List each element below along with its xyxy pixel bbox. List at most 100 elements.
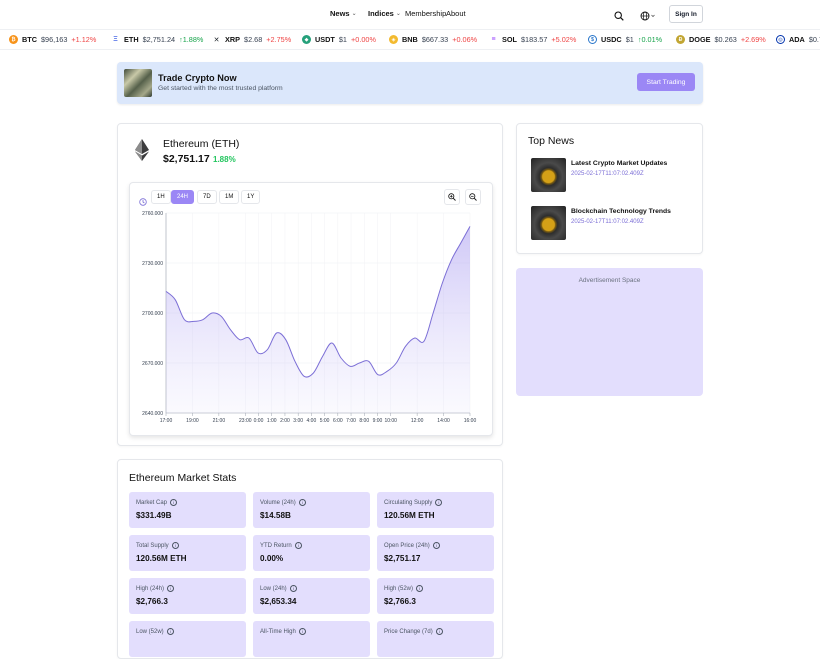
bitcoin-icon: ₿ — [9, 35, 18, 44]
ticker-change: +2.75% — [266, 35, 292, 44]
stats-title: Ethereum Market Stats — [129, 472, 237, 484]
ticker-item-sol[interactable]: ≡ SOL $183.57 +5.02% — [489, 35, 576, 44]
news-headline: Blockchain Technology Trends — [571, 208, 671, 215]
info-icon[interactable]: i — [298, 628, 306, 635]
info-icon[interactable]: i — [289, 585, 297, 592]
cardano-icon: ◎ — [776, 35, 785, 44]
info-icon[interactable]: i — [294, 542, 302, 549]
ticker-symbol: USDT — [315, 35, 335, 44]
news-item[interactable]: Blockchain Technology Trends 2025-02-17T… — [531, 206, 696, 242]
x-tick-label: 12:00 — [411, 418, 424, 424]
ethereum-icon: Ξ — [113, 36, 118, 43]
ticker-item-usdc[interactable]: $ USDC $1 ↑0.01% — [588, 35, 662, 44]
info-icon[interactable]: i — [171, 542, 179, 549]
stat-card: High (52w) i $2,766.3 — [377, 578, 494, 614]
stat-value: $331.49B — [136, 511, 172, 520]
info-icon[interactable]: i — [166, 628, 174, 635]
info-icon[interactable]: i — [435, 499, 443, 506]
info-icon[interactable]: i — [298, 499, 306, 506]
dogecoin-icon: Ð — [676, 35, 685, 44]
x-tick-label: 9:00 — [373, 418, 383, 424]
timeframe-1h[interactable]: 1H — [151, 190, 171, 204]
start-trading-button[interactable]: Start Trading — [637, 73, 695, 91]
info-icon[interactable]: i — [170, 499, 178, 506]
ticker-symbol: USDC — [601, 35, 622, 44]
news-title: Top News — [528, 135, 575, 147]
info-icon[interactable]: i — [416, 585, 424, 592]
xrp-icon: ✕ — [213, 36, 220, 44]
ticker-item-btc[interactable]: ₿ BTC $96,163 +1.12% — [9, 35, 96, 44]
stat-label-text: Volume (24h) — [260, 499, 296, 506]
nav-about[interactable]: About — [446, 9, 466, 18]
ticker-price: $1 — [338, 35, 347, 44]
stat-value: 0.00% — [260, 554, 284, 563]
news-date: 2025-02-17T11:07:02.409Z — [571, 219, 644, 225]
x-tick-label: 23:00 — [239, 418, 252, 424]
ticker-change: ↑0.01% — [637, 35, 663, 44]
search-icon[interactable] — [614, 8, 624, 26]
sign-in-button[interactable]: Sign In — [669, 5, 703, 23]
ticker-symbol: BTC — [22, 35, 37, 44]
ticker-price: $96,163 — [41, 35, 68, 44]
x-tick-label: 4:00 — [307, 418, 317, 424]
stat-card: Total Supply i 120.56M ETH — [129, 535, 246, 571]
ticker-change: +1.12% — [71, 35, 97, 44]
y-tick-label: 2640.000 — [142, 411, 163, 417]
stat-value: $2,766.3 — [384, 597, 416, 606]
ticker-item-ada[interactable]: ◎ ADA$0.79 — [776, 35, 820, 44]
ticker-price: $0.263 — [714, 35, 737, 44]
ticker-symbol: DOGE — [689, 35, 711, 44]
price-chart[interactable]: 2760.000 2730.000 2700.000 2670.000 2640.000… — [130, 209, 494, 435]
banner-subtitle: Get started with the most trusted platfo… — [158, 85, 283, 92]
stat-label: Price Change (7d) i — [384, 628, 443, 635]
stat-value: $14.58B — [260, 511, 291, 520]
price-area — [166, 226, 470, 413]
info-icon[interactable]: i — [432, 542, 440, 549]
info-icon[interactable]: i — [435, 628, 443, 635]
stat-card: Low (24h) i $2,653.34 — [253, 578, 370, 614]
zoom-in-button[interactable] — [444, 189, 460, 205]
news-headline: Latest Crypto Market Updates — [571, 160, 668, 167]
nav-indices[interactable]: Indices ⌄ — [368, 9, 401, 18]
stat-card: Low (52w) i — [129, 621, 246, 657]
ticker-item-doge[interactable]: Ð DOGE $0.263 +2.69% — [676, 35, 766, 44]
zoom-in-icon — [448, 193, 456, 201]
ticker-item-bnb[interactable]: ◈ BNB $667.33 +0.06% — [389, 35, 477, 44]
x-tick-label: 1:00 — [267, 418, 277, 424]
ticker-symbol: ETH — [124, 35, 139, 44]
ticker-change: +5.02% — [551, 35, 577, 44]
nav-news[interactable]: News ⌄ — [330, 9, 357, 18]
ticker-item-xrp[interactable]: ✕ XRP $2.68 +2.75% — [212, 35, 292, 44]
solana-icon: ≡ — [491, 36, 496, 43]
language-selector[interactable] — [640, 8, 656, 26]
stat-label: Total Supply i — [136, 542, 179, 549]
stat-label-text: All-Time High — [260, 628, 296, 635]
timeframe-7d[interactable]: 7D — [197, 190, 217, 204]
stat-card: Open Price (24h) i $2,751.17 — [377, 535, 494, 571]
stat-value: 120.56M ETH — [384, 511, 435, 520]
stat-label-text: Low (24h) — [260, 585, 287, 592]
chevron-down-icon: ⌄ — [395, 11, 401, 17]
advertisement-slot: Advertisement Space — [516, 268, 703, 396]
chevron-down-icon: ⌄ — [351, 11, 357, 17]
info-icon[interactable]: i — [167, 585, 175, 592]
x-tick-label: 5:00 — [320, 418, 330, 424]
ticker-change: +2.69% — [740, 35, 766, 44]
timeframe-1m[interactable]: 1M — [219, 190, 240, 204]
y-tick-label: 2760.000 — [142, 211, 163, 217]
news-item[interactable]: Latest Crypto Market Updates 2025-02-17T… — [531, 158, 696, 194]
stat-card: YTD Return i 0.00% — [253, 535, 370, 571]
ticker-item-eth[interactable]: Ξ ETH $2,751.24 ↑1.88% — [111, 35, 203, 44]
nav-membership[interactable]: Membership — [405, 9, 446, 18]
stat-label-text: YTD Return — [260, 542, 292, 549]
stat-label: Volume (24h) i — [260, 499, 306, 506]
x-tick-label: 2:00 — [280, 418, 290, 424]
zoom-out-button[interactable] — [465, 189, 481, 205]
stat-label: Circulating Supply i — [384, 499, 443, 506]
top-navigation: News ⌄ Indices ⌄ Membership About Sign In — [0, 0, 820, 28]
banner-image — [124, 69, 152, 97]
timeframe-24h[interactable]: 24H — [171, 190, 195, 204]
ticker-change: ↑1.88% — [179, 35, 204, 44]
ticker-item-usdt[interactable]: ◆ USDT $1 +0.00% — [302, 35, 376, 44]
timeframe-1y[interactable]: 1Y — [241, 190, 261, 204]
